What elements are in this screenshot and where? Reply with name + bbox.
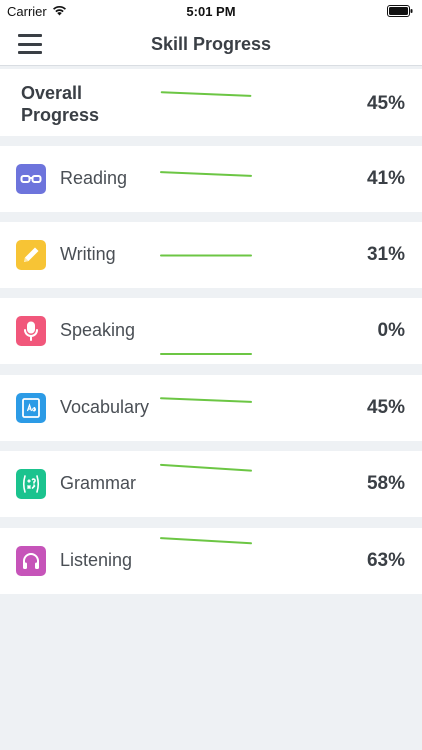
status-bar: Carrier 5:01 PM [0,0,422,22]
skill-label: Listening [60,550,133,570]
skill-label: Writing [60,244,116,264]
pencil-icon [16,240,46,270]
vocabulary-trend-line [160,397,252,403]
skill-row-vocabulary[interactable]: Vocabulary 45% [0,375,422,441]
grammar-trend-line [160,463,252,472]
skill-value: 0% [377,320,405,341]
headphones-icon [16,546,46,576]
overall-progress-row[interactable]: Overall Progress 45% [0,69,422,136]
writing-trend-line [160,254,252,257]
skill-value: 45% [366,397,405,418]
page-title: Skill Progress [150,34,272,54]
nav-bar: Skill Progress [0,22,422,66]
glasses-icon [16,164,46,194]
skill-row-writing[interactable]: Writing 31% [0,222,422,288]
skill-row-grammar[interactable]: Grammar 58% [0,451,422,517]
overall-trend-line [160,91,252,97]
reading-trend-line [160,171,252,177]
skill-row-reading[interactable]: Reading 41% [0,146,422,212]
overall-progress-label: Overall Progress [21,83,100,125]
skill-label: Vocabulary [60,397,150,417]
skill-value: 58% [366,473,405,494]
skill-label: Speaking [60,320,136,340]
microphone-icon [16,316,46,346]
speaking-trend-line [160,353,252,355]
skill-row-listening[interactable]: Listening 63% [0,528,422,594]
skill-label: Reading [60,168,128,188]
skill-label: Grammar [60,473,136,493]
dictionary-icon [16,393,46,423]
skill-value: 31% [366,244,405,265]
overall-progress-value: 45% [366,93,405,114]
grammar-icon [16,469,46,499]
battery-icon [387,5,413,17]
skill-row-speaking[interactable]: Speaking 0% [0,298,422,364]
skill-value: 63% [366,550,405,571]
skill-value: 41% [366,168,405,189]
listening-trend-line [160,537,252,545]
status-time: 5:01 PM [186,4,236,19]
